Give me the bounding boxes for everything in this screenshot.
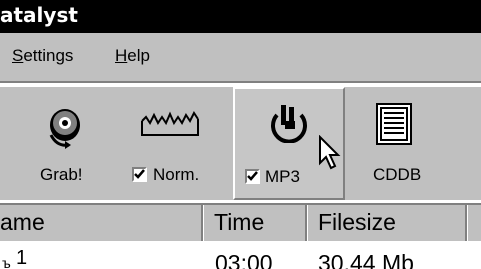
column-time[interactable]: Time [203, 205, 307, 241]
norm-checkbox[interactable] [132, 167, 147, 182]
norm-label: Norm. [153, 165, 200, 184]
column-time-label: Time [214, 209, 265, 235]
mp3-checkbox[interactable] [245, 169, 260, 184]
cddb-label: CDDB [373, 165, 422, 184]
title-bar: atalyst [0, 0, 481, 33]
norm-button[interactable]: Norm. [130, 87, 230, 200]
column-filesize[interactable]: Filesize [307, 205, 467, 241]
column-filesize-label: Filesize [318, 209, 396, 235]
menu-help-label: elp [127, 46, 150, 65]
menu-settings-label: ettings [23, 46, 74, 65]
cd-grab-icon [49, 109, 80, 149]
waveform-icon [141, 111, 199, 136]
row-marker-icon: ъ [2, 255, 11, 269]
row-time: 03:00 [215, 250, 273, 269]
grab-button[interactable]: Grab! [30, 87, 130, 200]
menu-settings-mnemonic: S [12, 46, 24, 65]
menu-bar: Settings Help [0, 33, 481, 83]
document-list-icon [376, 103, 412, 145]
grab-label: Grab! [40, 165, 83, 184]
window-title: atalyst [0, 3, 78, 27]
mp3-power-icon [271, 105, 307, 143]
column-name[interactable]: ame [0, 205, 203, 241]
list-header: ame Time Filesize [0, 203, 481, 241]
menu-help-mnemonic: H [115, 46, 128, 65]
row-name: 1 [16, 247, 28, 269]
mouse-pointer-icon [319, 135, 341, 170]
mp3-label: MP3 [265, 167, 300, 186]
row-filesize: 30.44 Mb [318, 250, 414, 269]
cddb-button[interactable]: CDDB [348, 87, 448, 200]
menu-settings[interactable]: Settings [12, 46, 73, 66]
checkmark-icon [134, 169, 145, 179]
column-extra[interactable] [467, 205, 481, 241]
table-row[interactable]: ъ 1 03:00 30.44 Mb [0, 241, 481, 269]
menu-help[interactable]: Help [115, 46, 150, 66]
column-name-label: ame [0, 209, 45, 235]
checkmark-icon [247, 171, 258, 181]
toolbar: Grab! Norm. MP3 CDDB [0, 85, 481, 200]
